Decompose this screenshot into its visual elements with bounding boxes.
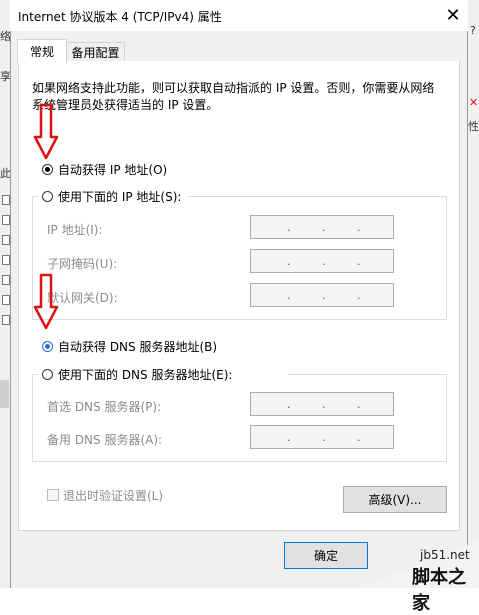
preferred-dns-label: 首选 DNS 服务器(P):: [47, 400, 162, 414]
advanced-button-label: 高级(V)...: [368, 493, 422, 507]
window-title: Internet 协议版本 4 (TCP/IPv4) 属性: [18, 10, 222, 24]
watermark-domain: jb51.net: [420, 548, 470, 562]
tab-label: 备用配置: [71, 46, 120, 60]
auto-ip-label[interactable]: 自动获得 IP 地址(O): [58, 161, 167, 178]
default-gateway-input[interactable]: . . .: [250, 283, 394, 307]
ip-separator: .: [287, 289, 291, 302]
annotation-arrow-shape: [33, 103, 59, 160]
manual-dns-radio[interactable]: [42, 369, 53, 380]
background-checkbox: [2, 195, 10, 205]
validate-on-exit-label[interactable]: 退出时验证设置(L): [63, 487, 163, 504]
background-checkbox: [2, 235, 10, 245]
ip-separator: .: [322, 221, 326, 234]
background-checkbox: [2, 215, 10, 225]
background-window-right: ? ✕ 性: [468, 0, 479, 588]
annotation-arrow-icon: [33, 103, 59, 160]
manual-ip-radio[interactable]: [42, 191, 53, 202]
manual-ip-label[interactable]: 使用下面的 IP 地址(S):: [58, 188, 181, 205]
annotation-arrow-shape: [33, 273, 59, 330]
background-text-fragment: 性: [468, 120, 479, 133]
background-checkbox: [2, 275, 10, 285]
ip-separator: .: [357, 221, 361, 234]
background-text-fragment: ?: [470, 24, 476, 37]
ip-address-input[interactable]: . . .: [250, 215, 394, 239]
alternate-dns-input[interactable]: . . .: [250, 425, 394, 449]
alternate-dns-label: 备用 DNS 服务器(A):: [47, 433, 163, 447]
close-button[interactable]: ✕: [438, 0, 468, 31]
background-checkbox: [2, 295, 10, 305]
preferred-dns-input[interactable]: . . .: [250, 392, 394, 416]
ip-separator: .: [287, 255, 291, 268]
close-icon: ✕: [445, 5, 461, 26]
tab-alternate-configuration[interactable]: 备用配置: [66, 42, 125, 62]
background-checkbox: [2, 255, 10, 265]
ip-separator: .: [322, 398, 326, 411]
ip-address-label: IP 地址(I):: [47, 223, 103, 237]
advanced-button[interactable]: 高级(V)...: [343, 486, 447, 513]
auto-dns-label[interactable]: 自动获得 DNS 服务器地址(B): [58, 338, 217, 355]
tab-label: 常规: [29, 45, 54, 59]
ip-separator: .: [322, 255, 326, 268]
auto-dns-radio[interactable]: [42, 341, 53, 352]
ip-separator: .: [322, 431, 326, 444]
tab-general[interactable]: 常规: [17, 39, 67, 63]
radio-selected-dot: [45, 167, 50, 172]
ip-separator: .: [287, 431, 291, 444]
background-scroll-block: [0, 380, 9, 408]
ip-separator: .: [322, 289, 326, 302]
ip-separator: .: [357, 289, 361, 302]
ok-button-label: 确定: [313, 549, 338, 563]
validate-on-exit-checkbox[interactable]: [47, 489, 59, 501]
manual-dns-label[interactable]: 使用下面的 DNS 服务器地址(E):: [58, 366, 232, 383]
watermark-site-name: 脚本之家: [412, 567, 466, 614]
subnet-mask-label: 子网掩码(U):: [47, 257, 118, 271]
ip-separator: .: [357, 431, 361, 444]
ip-separator: .: [287, 221, 291, 234]
ip-separator: .: [357, 398, 361, 411]
description-text: 如果网络支持此功能，则可以获取自动指派的 IP 设置。否则，你需要从网络系统管理…: [32, 81, 435, 112]
ok-button[interactable]: 确定: [284, 542, 368, 569]
background-text-fragment: ✕: [469, 96, 479, 109]
subnet-mask-input[interactable]: . . .: [250, 249, 394, 273]
annotation-arrow-icon: [33, 273, 59, 330]
auto-ip-radio[interactable]: [42, 164, 53, 175]
background-checkbox: [2, 315, 10, 325]
radio-selected-dot: [45, 344, 50, 349]
ip-separator: .: [287, 398, 291, 411]
ip-separator: .: [357, 255, 361, 268]
